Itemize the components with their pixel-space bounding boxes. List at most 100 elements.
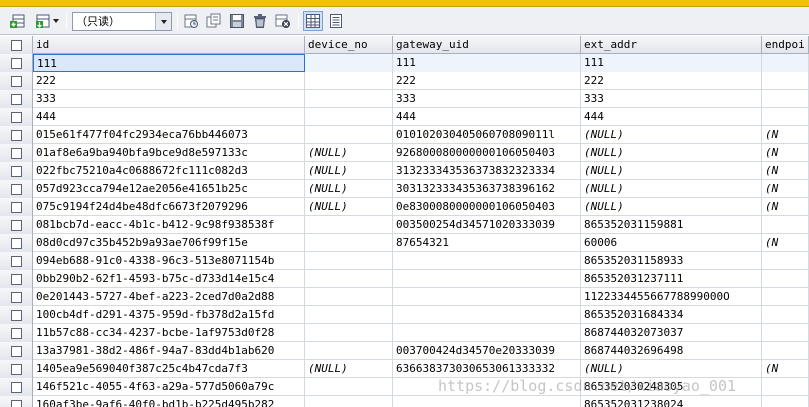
- readonly-mode-select[interactable]: （只读）: [72, 12, 172, 31]
- cell-gateway-uid[interactable]: 926800080000000106050403: [393, 144, 581, 162]
- cell-endpoint[interactable]: [762, 216, 809, 234]
- cell-ext-addr[interactable]: (NULL): [581, 360, 762, 378]
- row-checkbox[interactable]: [0, 180, 33, 198]
- cell-gateway-uid[interactable]: [393, 288, 581, 306]
- table-row[interactable]: 13a37981-38d2-486f-94a7-83dd4b1ab620 0037…: [0, 342, 809, 360]
- cell-device-no[interactable]: [305, 324, 393, 342]
- cell-endpoint[interactable]: [762, 324, 809, 342]
- cell-gateway-uid[interactable]: [393, 378, 581, 396]
- cell-endpoint[interactable]: (N: [762, 180, 809, 198]
- cell-ext-addr[interactable]: 865352030248305: [581, 378, 762, 396]
- delete-button[interactable]: [250, 11, 270, 31]
- row-checkbox[interactable]: [0, 342, 33, 360]
- row-checkbox[interactable]: [0, 324, 33, 342]
- cell-gateway-uid[interactable]: 01010203040506070809011l: [393, 126, 581, 144]
- cell-ext-addr[interactable]: (NULL): [581, 126, 762, 144]
- cell-id[interactable]: 100cb4df-d291-4375-959d-fb378d2a15fd: [33, 306, 305, 324]
- table-row[interactable]: 01af8e6a9ba940bfa9bce9d8e597133c (NULL) 92…: [0, 144, 809, 162]
- save-button[interactable]: [227, 11, 247, 31]
- cell-ext-addr[interactable]: (NULL): [581, 180, 762, 198]
- table-row[interactable]: 022fbc75210a4c0688672fc111c082d3 (NULL) 31…: [0, 162, 809, 180]
- cell-device-no[interactable]: [305, 216, 393, 234]
- duplicate-button[interactable]: [204, 11, 224, 31]
- cell-id[interactable]: 13a37981-38d2-486f-94a7-83dd4b1ab620: [33, 342, 305, 360]
- cell-gateway-uid[interactable]: 003700424d34570e20333039: [393, 342, 581, 360]
- cell-endpoint[interactable]: [762, 306, 809, 324]
- cell-id[interactable]: 0e201443-5727-4bef-a223-2ced7d0a2d88: [33, 288, 305, 306]
- table-row[interactable]: 146f521c-4055-4f63-a29a-577d5060a79c 8653…: [0, 378, 809, 396]
- cell-gateway-uid[interactable]: 444: [393, 108, 581, 126]
- cell-gateway-uid[interactable]: 313233343536373832323334: [393, 162, 581, 180]
- cell-device-no[interactable]: [305, 108, 393, 126]
- cell-id[interactable]: 222: [33, 72, 305, 90]
- cell-id[interactable]: 015e61f477f04fc2934eca76bb446073: [33, 126, 305, 144]
- table-row[interactable]: 333 333 333: [0, 90, 809, 108]
- cell-ext-addr[interactable]: (NULL): [581, 144, 762, 162]
- cell-id[interactable]: 333: [33, 90, 305, 108]
- cell-ext-addr[interactable]: 865352031684334: [581, 306, 762, 324]
- cell-device-no[interactable]: [305, 72, 393, 90]
- cell-ext-addr[interactable]: 444: [581, 108, 762, 126]
- cell-gateway-uid[interactable]: [393, 270, 581, 288]
- cell-endpoint[interactable]: (N: [762, 144, 809, 162]
- cell-device-no[interactable]: [305, 270, 393, 288]
- cell-gateway-uid[interactable]: 636638373030653061333332: [393, 360, 581, 378]
- cell-endpoint[interactable]: [762, 378, 809, 396]
- cell-endpoint[interactable]: [762, 108, 809, 126]
- table-row[interactable]: 160af3be-9af6-40f0-bd1b-b225d495b282 8653…: [0, 396, 809, 407]
- cell-id[interactable]: 08d0cd97c35b452b9a93ae706f99f15e: [33, 234, 305, 252]
- table-row[interactable]: 015e61f477f04fc2934eca76bb446073 01010203…: [0, 126, 809, 144]
- cell-id[interactable]: 057d923cca794e12ae2056e41651b25c: [33, 180, 305, 198]
- cell-device-no[interactable]: [305, 54, 393, 72]
- row-checkbox[interactable]: [0, 126, 33, 144]
- cell-id[interactable]: 022fbc75210a4c0688672fc111c082d3: [33, 162, 305, 180]
- cell-id[interactable]: 075c9194f24d4be48dfc6673f2079296: [33, 198, 305, 216]
- cell-endpoint[interactable]: [762, 396, 809, 407]
- cell-endpoint[interactable]: [762, 342, 809, 360]
- cell-device-no[interactable]: (NULL): [305, 162, 393, 180]
- cell-ext-addr[interactable]: 865352031159881: [581, 216, 762, 234]
- table-row[interactable]: 0e201443-5727-4bef-a223-2ced7d0a2d88 1122…: [0, 288, 809, 306]
- row-checkbox[interactable]: [0, 306, 33, 324]
- table-row[interactable]: 075c9194f24d4be48dfc6673f2079296 (NULL) 0e…: [0, 198, 809, 216]
- row-checkbox[interactable]: [0, 216, 33, 234]
- cell-gateway-uid[interactable]: 303132333435363738396162: [393, 180, 581, 198]
- column-header-ext-addr[interactable]: ext_addr: [581, 36, 762, 54]
- cell-id[interactable]: 081bcb7d-eacc-4b1c-b412-9c98f938538f: [33, 216, 305, 234]
- cell-gateway-uid[interactable]: 111: [393, 54, 581, 72]
- cell-device-no[interactable]: [305, 342, 393, 360]
- column-header-id[interactable]: id: [33, 36, 305, 54]
- cell-id[interactable]: 11b57c88-cc34-4237-bcbe-1af9753d0f28: [33, 324, 305, 342]
- cell-endpoint[interactable]: (N: [762, 198, 809, 216]
- column-header-gateway-uid[interactable]: gateway_uid: [393, 36, 581, 54]
- cell-device-no[interactable]: (NULL): [305, 180, 393, 198]
- form-view-button[interactable]: [326, 11, 346, 31]
- table-row[interactable]: 111 111 111: [0, 54, 809, 72]
- cell-device-no[interactable]: [305, 90, 393, 108]
- table-row[interactable]: 444 444 444: [0, 108, 809, 126]
- import-button[interactable]: [32, 11, 62, 31]
- cell-gateway-uid[interactable]: 003500254d34571020333039: [393, 216, 581, 234]
- table-row[interactable]: 222 222 222: [0, 72, 809, 90]
- cell-endpoint[interactable]: [762, 288, 809, 306]
- cell-gateway-uid[interactable]: [393, 396, 581, 407]
- cell-endpoint[interactable]: (N: [762, 360, 809, 378]
- cell-endpoint[interactable]: [762, 90, 809, 108]
- cell-ext-addr[interactable]: 60006: [581, 234, 762, 252]
- row-checkbox[interactable]: [0, 252, 33, 270]
- cancel-button[interactable]: [273, 11, 293, 31]
- cell-endpoint[interactable]: [762, 54, 809, 72]
- cell-ext-addr[interactable]: 865352031158933: [581, 252, 762, 270]
- row-checkbox[interactable]: [0, 396, 33, 407]
- cell-id[interactable]: 111: [33, 54, 305, 72]
- table-row[interactable]: 094eb688-91c0-4338-96c3-513e8071154b 8653…: [0, 252, 809, 270]
- cell-ext-addr[interactable]: (NULL): [581, 162, 762, 180]
- table-row[interactable]: 057d923cca794e12ae2056e41651b25c (NULL) 30…: [0, 180, 809, 198]
- cell-device-no[interactable]: [305, 378, 393, 396]
- cell-id[interactable]: 1405ea9e569040f387c25c4b47cda7f3: [33, 360, 305, 378]
- cell-ext-addr[interactable]: 865352031237111: [581, 270, 762, 288]
- row-checkbox[interactable]: [0, 288, 33, 306]
- cell-ext-addr[interactable]: 868744032073037: [581, 324, 762, 342]
- cell-id[interactable]: 160af3be-9af6-40f0-bd1b-b225d495b282: [33, 396, 305, 407]
- cell-ext-addr[interactable]: 222: [581, 72, 762, 90]
